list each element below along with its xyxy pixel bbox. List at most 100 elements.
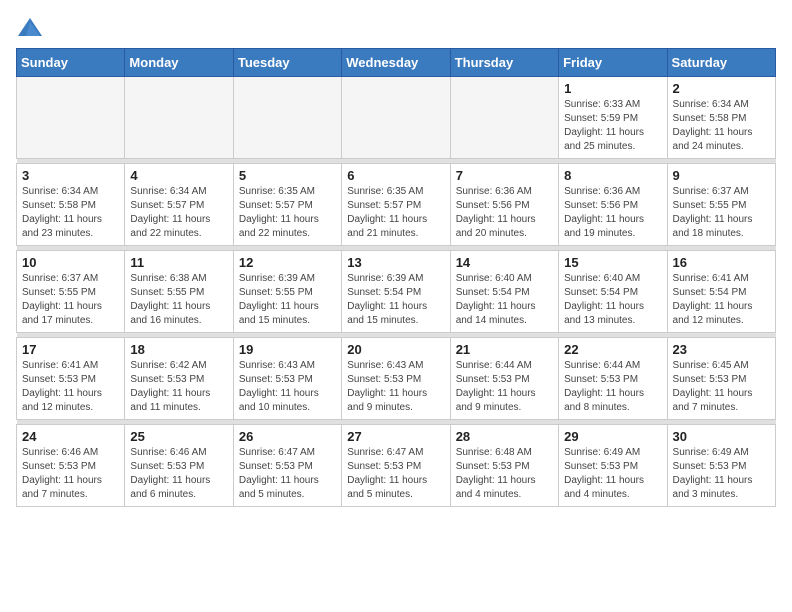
weekday-header: Friday [559, 49, 667, 77]
day-number: 25 [130, 429, 227, 444]
day-number: 13 [347, 255, 444, 270]
day-number: 27 [347, 429, 444, 444]
day-number: 8 [564, 168, 661, 183]
logo-icon [16, 14, 44, 42]
day-number: 24 [22, 429, 119, 444]
page: SundayMondayTuesdayWednesdayThursdayFrid… [0, 0, 792, 612]
calendar-cell: 1 Sunrise: 6:33 AM Sunset: 5:59 PM Daylig… [559, 77, 667, 159]
day-number: 5 [239, 168, 336, 183]
header [16, 10, 776, 42]
day-info: Sunrise: 6:34 AM Sunset: 5:58 PM Dayligh… [22, 185, 119, 241]
day-number: 22 [564, 342, 661, 357]
calendar-cell: 11 Sunrise: 6:38 AM Sunset: 5:55 PM Dayli… [125, 251, 233, 333]
day-number: 18 [130, 342, 227, 357]
week-row: 17 Sunrise: 6:41 AM Sunset: 5:53 PM Dayli… [17, 338, 776, 420]
day-info: Sunrise: 6:47 AM Sunset: 5:53 PM Dayligh… [239, 446, 336, 502]
day-info: Sunrise: 6:37 AM Sunset: 5:55 PM Dayligh… [22, 272, 119, 328]
day-info: Sunrise: 6:46 AM Sunset: 5:53 PM Dayligh… [130, 446, 227, 502]
calendar-cell: 3 Sunrise: 6:34 AM Sunset: 5:58 PM Daylig… [17, 164, 125, 246]
day-info: Sunrise: 6:45 AM Sunset: 5:53 PM Dayligh… [673, 359, 770, 415]
day-number: 4 [130, 168, 227, 183]
day-number: 15 [564, 255, 661, 270]
calendar-cell: 30 Sunrise: 6:49 AM Sunset: 5:53 PM Dayli… [667, 425, 775, 507]
calendar-cell: 22Sunrise: 6:44 AM Sunset: 5:53 PM Dayli… [559, 338, 667, 420]
weekday-header: Wednesday [342, 49, 450, 77]
calendar-cell [450, 77, 558, 159]
calendar-cell: 17 Sunrise: 6:41 AM Sunset: 5:53 PM Dayli… [17, 338, 125, 420]
day-info: Sunrise: 6:46 AM Sunset: 5:53 PM Dayligh… [22, 446, 119, 502]
day-info: Sunrise: 6:33 AM Sunset: 5:59 PM Dayligh… [564, 98, 661, 154]
day-number: 12 [239, 255, 336, 270]
day-info: Sunrise: 6:36 AM Sunset: 5:56 PM Dayligh… [564, 185, 661, 241]
day-info: Sunrise: 6:40 AM Sunset: 5:54 PM Dayligh… [456, 272, 553, 328]
day-info: Sunrise: 6:39 AM Sunset: 5:55 PM Dayligh… [239, 272, 336, 328]
weekday-header: Thursday [450, 49, 558, 77]
weekday-header: Monday [125, 49, 233, 77]
day-number: 14 [456, 255, 553, 270]
day-number: 3 [22, 168, 119, 183]
calendar-cell [233, 77, 341, 159]
logo [16, 14, 48, 42]
calendar-cell: 7Sunrise: 6:36 AM Sunset: 5:56 PM Daylig… [450, 164, 558, 246]
day-info: Sunrise: 6:48 AM Sunset: 5:53 PM Dayligh… [456, 446, 553, 502]
calendar-cell: 14 Sunrise: 6:40 AM Sunset: 5:54 PM Dayli… [450, 251, 558, 333]
day-info: Sunrise: 6:35 AM Sunset: 5:57 PM Dayligh… [347, 185, 444, 241]
day-number: 26 [239, 429, 336, 444]
calendar-cell: 27 Sunrise: 6:47 AM Sunset: 5:53 PM Dayli… [342, 425, 450, 507]
calendar-cell [17, 77, 125, 159]
day-number: 6 [347, 168, 444, 183]
day-info: Sunrise: 6:38 AM Sunset: 5:55 PM Dayligh… [130, 272, 227, 328]
day-info: Sunrise: 6:41 AM Sunset: 5:53 PM Dayligh… [22, 359, 119, 415]
day-info: Sunrise: 6:49 AM Sunset: 5:53 PM Dayligh… [673, 446, 770, 502]
day-info: Sunrise: 6:43 AM Sunset: 5:53 PM Dayligh… [347, 359, 444, 415]
calendar-cell: 5 Sunrise: 6:35 AM Sunset: 5:57 PM Daylig… [233, 164, 341, 246]
day-info: Sunrise: 6:36 AM Sunset: 5:56 PM Dayligh… [456, 185, 553, 241]
calendar-cell: 8 Sunrise: 6:36 AM Sunset: 5:56 PM Daylig… [559, 164, 667, 246]
calendar-cell: 4 Sunrise: 6:34 AM Sunset: 5:57 PM Daylig… [125, 164, 233, 246]
calendar-cell: 15 Sunrise: 6:40 AM Sunset: 5:54 PM Dayli… [559, 251, 667, 333]
calendar-cell: 20 Sunrise: 6:43 AM Sunset: 5:53 PM Dayli… [342, 338, 450, 420]
day-number: 20 [347, 342, 444, 357]
calendar-cell: 16 Sunrise: 6:41 AM Sunset: 5:54 PM Dayli… [667, 251, 775, 333]
day-number: 17 [22, 342, 119, 357]
weekday-header: Sunday [17, 49, 125, 77]
calendar-cell: 6 Sunrise: 6:35 AM Sunset: 5:57 PM Daylig… [342, 164, 450, 246]
day-info: Sunrise: 6:49 AM Sunset: 5:53 PM Dayligh… [564, 446, 661, 502]
day-info: Sunrise: 6:42 AM Sunset: 5:53 PM Dayligh… [130, 359, 227, 415]
week-row: 24 Sunrise: 6:46 AM Sunset: 5:53 PM Dayli… [17, 425, 776, 507]
calendar-cell: 23 Sunrise: 6:45 AM Sunset: 5:53 PM Dayli… [667, 338, 775, 420]
day-number: 9 [673, 168, 770, 183]
calendar-cell: 26 Sunrise: 6:47 AM Sunset: 5:53 PM Dayli… [233, 425, 341, 507]
calendar-cell: 18 Sunrise: 6:42 AM Sunset: 5:53 PM Dayli… [125, 338, 233, 420]
day-number: 30 [673, 429, 770, 444]
day-info: Sunrise: 6:35 AM Sunset: 5:57 PM Dayligh… [239, 185, 336, 241]
day-info: Sunrise: 6:41 AM Sunset: 5:54 PM Dayligh… [673, 272, 770, 328]
day-number: 10 [22, 255, 119, 270]
calendar-cell: 9 Sunrise: 6:37 AM Sunset: 5:55 PM Daylig… [667, 164, 775, 246]
calendar-cell: 2Sunrise: 6:34 AM Sunset: 5:58 PM Daylig… [667, 77, 775, 159]
weekday-header-row: SundayMondayTuesdayWednesdayThursdayFrid… [17, 49, 776, 77]
calendar-cell: 13 Sunrise: 6:39 AM Sunset: 5:54 PM Dayli… [342, 251, 450, 333]
day-info: Sunrise: 6:39 AM Sunset: 5:54 PM Dayligh… [347, 272, 444, 328]
week-row: 10 Sunrise: 6:37 AM Sunset: 5:55 PM Dayli… [17, 251, 776, 333]
weekday-header: Saturday [667, 49, 775, 77]
week-row: 1 Sunrise: 6:33 AM Sunset: 5:59 PM Daylig… [17, 77, 776, 159]
calendar-cell [125, 77, 233, 159]
day-number: 28 [456, 429, 553, 444]
day-info: Sunrise: 6:47 AM Sunset: 5:53 PM Dayligh… [347, 446, 444, 502]
calendar-cell [342, 77, 450, 159]
day-number: 23 [673, 342, 770, 357]
calendar-cell: 10 Sunrise: 6:37 AM Sunset: 5:55 PM Dayli… [17, 251, 125, 333]
day-number: 16 [673, 255, 770, 270]
day-info: Sunrise: 6:34 AM Sunset: 5:57 PM Dayligh… [130, 185, 227, 241]
day-number: 1 [564, 81, 661, 96]
day-info: Sunrise: 6:40 AM Sunset: 5:54 PM Dayligh… [564, 272, 661, 328]
calendar-cell: 25 Sunrise: 6:46 AM Sunset: 5:53 PM Dayli… [125, 425, 233, 507]
calendar-cell: 29Sunrise: 6:49 AM Sunset: 5:53 PM Dayli… [559, 425, 667, 507]
calendar-cell: 28 Sunrise: 6:48 AM Sunset: 5:53 PM Dayli… [450, 425, 558, 507]
calendar-cell: 12 Sunrise: 6:39 AM Sunset: 5:55 PM Dayli… [233, 251, 341, 333]
day-info: Sunrise: 6:34 AM Sunset: 5:58 PM Dayligh… [673, 98, 770, 154]
day-number: 11 [130, 255, 227, 270]
calendar-table: SundayMondayTuesdayWednesdayThursdayFrid… [16, 48, 776, 507]
day-info: Sunrise: 6:37 AM Sunset: 5:55 PM Dayligh… [673, 185, 770, 241]
